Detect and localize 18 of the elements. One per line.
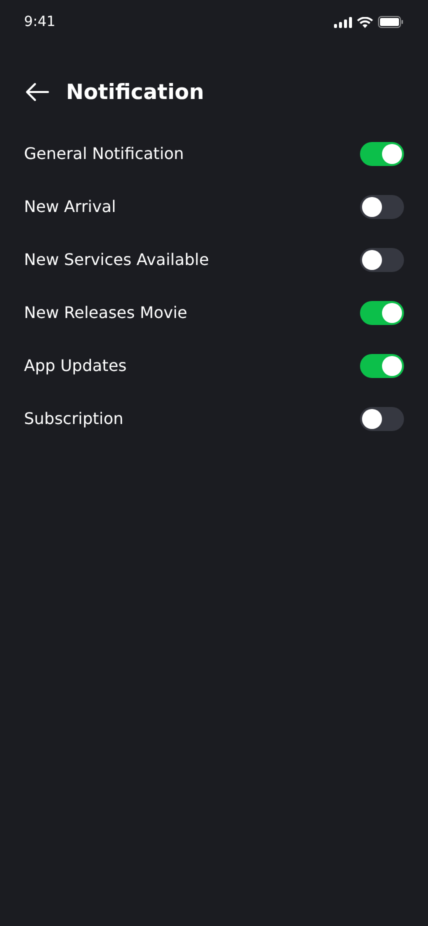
status-time: 9:41: [24, 14, 56, 30]
toggle-switch[interactable]: [360, 300, 404, 324]
signal-icon: [334, 16, 352, 28]
toggle-switch[interactable]: [360, 142, 404, 166]
page-title: Notification: [66, 80, 204, 104]
setting-label: App Updates: [24, 356, 127, 375]
setting-label: Subscription: [24, 409, 124, 428]
setting-label: General Notification: [24, 144, 184, 163]
toggle-switch[interactable]: [360, 406, 404, 430]
toggle-switch[interactable]: [360, 194, 404, 218]
toggle-switch[interactable]: [360, 248, 404, 272]
setting-label: New Releases Movie: [24, 303, 188, 322]
wifi-icon: [357, 16, 373, 28]
setting-label: New Arrival: [24, 197, 116, 216]
setting-label: New Services Available: [24, 250, 209, 269]
toggle-switch[interactable]: [360, 354, 404, 378]
battery-icon: [378, 16, 404, 28]
back-button[interactable]: [24, 82, 50, 102]
